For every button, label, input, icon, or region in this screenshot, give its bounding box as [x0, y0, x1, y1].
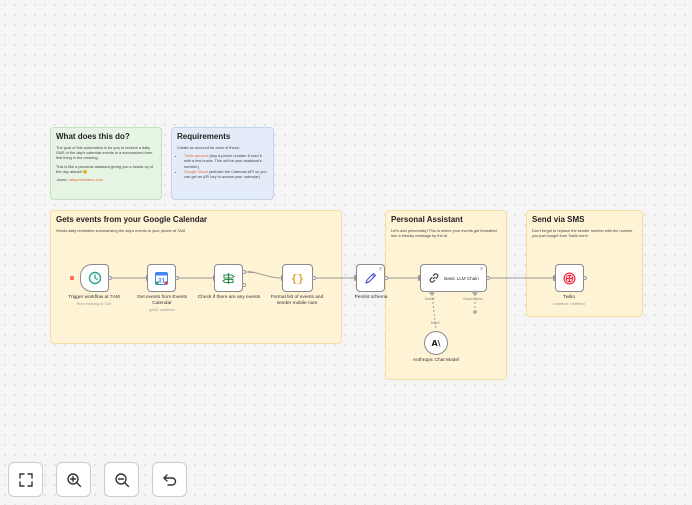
- svg-text:31: 31: [158, 277, 166, 284]
- output-port[interactable]: [175, 276, 179, 280]
- undo-button[interactable]: [152, 462, 187, 497]
- node-trigger-7am[interactable]: [80, 264, 109, 292]
- fit-view-icon: [18, 472, 33, 487]
- pin-icon: ⚲: [480, 266, 483, 271]
- node-check-events[interactable]: [214, 264, 243, 292]
- node-get-events[interactable]: 31: [147, 264, 176, 292]
- node-persist-schema[interactable]: ⚲: [356, 264, 385, 292]
- node-twilio[interactable]: [555, 264, 584, 292]
- trigger-marker: [70, 276, 74, 280]
- chain-link-icon: [429, 273, 439, 283]
- signpost-icon: [222, 272, 235, 284]
- node-label: Persist schema: [354, 295, 388, 300]
- node-label: Get events from Events Calendar: [136, 295, 188, 306]
- zoom-out-button[interactable]: [104, 462, 139, 497]
- output-port[interactable]: [583, 276, 587, 280]
- node-label: Check if there are any events: [197, 295, 261, 300]
- pin-icon: ⚲: [379, 266, 382, 271]
- twilio-logo-icon: [563, 272, 576, 284]
- zoom-out-icon: [114, 472, 129, 487]
- fit-view-button[interactable]: [8, 462, 43, 497]
- node-subtitle: undefined: undefined: [553, 302, 585, 306]
- node-format-events[interactable]: {}: [282, 264, 313, 292]
- add-parser-handle[interactable]: [473, 310, 477, 314]
- connections-layer: [111, 271, 557, 331]
- output-parser-port-label: Output Parser: [463, 297, 483, 301]
- google-calendar-icon: 31: [155, 271, 168, 285]
- node-basic-llm-chain[interactable]: Basic LLM Chain ⚲: [420, 264, 487, 292]
- anthropic-logo-icon: A\: [431, 338, 441, 348]
- output-port[interactable]: [108, 276, 112, 280]
- node-label: Anthropic Chat Model: [412, 358, 460, 363]
- node-subtitle: Runs everyday at 7AM: [76, 302, 112, 306]
- node-label: Trigger workflow at 7AM: [68, 295, 120, 300]
- clock-icon: [88, 271, 101, 285]
- output-port[interactable]: [384, 276, 388, 280]
- pencil-icon: [365, 272, 377, 284]
- code-braces-icon: {}: [290, 271, 305, 285]
- node-anthropic-chat-model[interactable]: A\: [424, 331, 448, 355]
- undo-icon: [162, 473, 176, 486]
- zoom-in-button[interactable]: [56, 462, 91, 497]
- zoom-in-icon: [66, 472, 81, 487]
- edge-label: Model: [431, 321, 440, 325]
- branch-label: true: [248, 270, 254, 274]
- model-port-label: Model*: [425, 297, 435, 301]
- node-label: Twilio: [563, 295, 575, 300]
- node-subtitle: getAll: undefined: [149, 308, 175, 312]
- output-port-false[interactable]: [242, 283, 246, 287]
- output-port-true[interactable]: [242, 270, 246, 274]
- node-label: Basic LLM Chain: [444, 275, 479, 281]
- node-label: Format list of events and sender mobile …: [270, 295, 324, 306]
- output-port[interactable]: [312, 276, 316, 280]
- output-port[interactable]: [486, 276, 490, 280]
